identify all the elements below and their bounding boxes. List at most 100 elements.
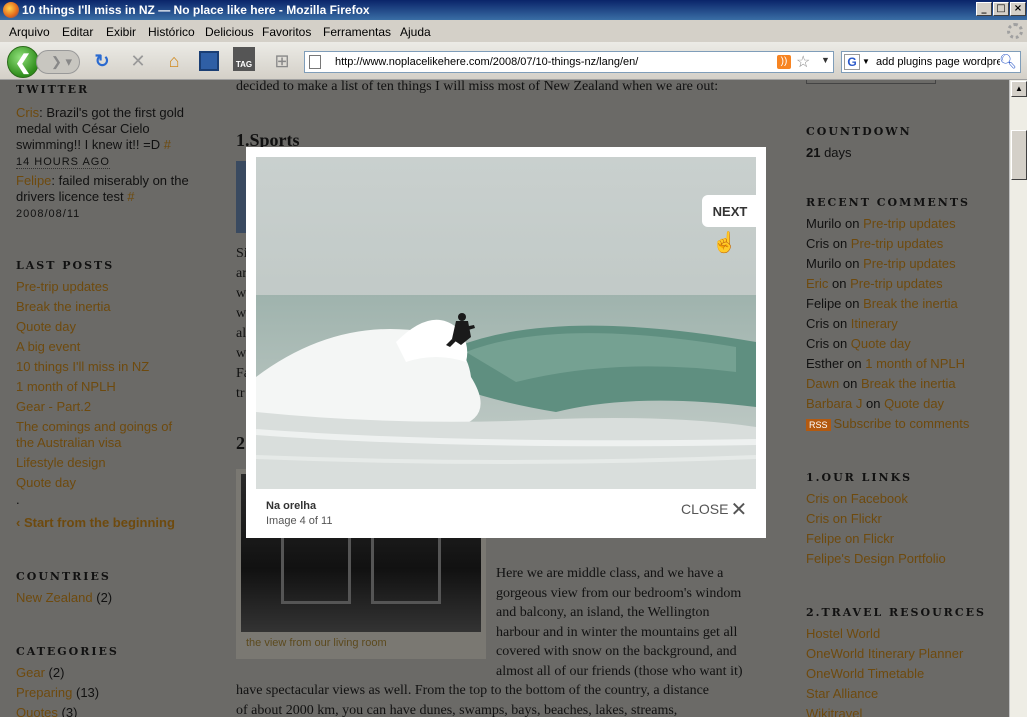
rss-feed-icon[interactable]: )) <box>777 55 791 69</box>
comment-post-link[interactable]: Pre-trip updates <box>863 256 956 271</box>
paragraph-2: Here we are middle class, and we have ag… <box>496 566 743 679</box>
twitter-heading: TWITTER <box>16 83 90 96</box>
close-window-button[interactable]: × <box>1010 2 1026 16</box>
subscribe-comments[interactable]: RSS Subscribe to comments <box>806 416 969 431</box>
bookmark-star-icon[interactable]: ☆ <box>796 52 810 72</box>
tweet-1: Cris: Brazil's got the first gold medal … <box>16 105 216 170</box>
post-link[interactable]: Pre-trip updates <box>16 279 109 294</box>
back-button[interactable]: ❮ <box>7 46 39 78</box>
stop-icon[interactable]: ✕ <box>126 50 150 72</box>
minimize-button[interactable]: _ <box>976 2 992 16</box>
url-dropdown-icon[interactable]: ▼ <box>821 55 830 65</box>
external-link[interactable]: Cris on Flickr <box>806 511 882 526</box>
category-item: Preparing (13) <box>16 685 99 700</box>
start-from-beginning-link[interactable]: ‹ Start from the beginning <box>16 515 175 530</box>
travel-link[interactable]: Wikitravel <box>806 706 862 717</box>
external-link[interactable]: Felipe on Flickr <box>806 531 894 546</box>
post-link[interactable]: Quote day <box>16 475 76 490</box>
post-link[interactable]: Quote day <box>16 319 76 334</box>
scroll-up-arrow-icon[interactable]: ▲ <box>1011 81 1027 97</box>
maximize-button[interactable]: □ <box>993 2 1009 16</box>
post-link[interactable]: 10 things I'll miss in NZ <box>16 359 149 374</box>
search-box-edge <box>806 80 936 84</box>
forward-button[interactable]: ❯ ▾ <box>36 50 80 74</box>
tweet-permalink[interactable]: # <box>164 137 171 152</box>
tweet-author[interactable]: Cris <box>16 105 39 120</box>
menu-delicious[interactable]: Delicious <box>205 25 254 39</box>
menu-ferramentas[interactable]: Ferramentas <box>323 25 391 39</box>
comment-item: Cris on Itinerary <box>806 316 898 331</box>
comment-post-link[interactable]: Pre-trip updates <box>851 236 944 251</box>
post-link[interactable]: the Australian visa <box>16 435 122 450</box>
comment-post-link[interactable]: Break the inertia <box>861 376 956 391</box>
category-link[interactable]: Quotes <box>16 705 58 717</box>
vertical-scrollbar[interactable]: ▲ <box>1009 80 1027 717</box>
category-count: (13) <box>76 685 100 700</box>
menu-arquivo[interactable]: Arquivo <box>9 25 50 39</box>
scrollbar-thumb[interactable] <box>1011 130 1027 180</box>
address-bar[interactable]: http://www.noplacelikehere.com/2008/07/1… <box>304 51 834 73</box>
post-link[interactable]: Gear - Part.2 <box>16 399 91 414</box>
menu-editar[interactable]: Editar <box>62 25 93 39</box>
menu-ajuda[interactable]: Ajuda <box>400 25 431 39</box>
travel-link[interactable]: Star Alliance <box>806 686 878 701</box>
comment-post-link[interactable]: Quote day <box>851 336 911 351</box>
menu-historico[interactable]: Histórico <box>148 25 195 39</box>
post-link[interactable]: Lifestyle design <box>16 455 106 470</box>
menu-exibir[interactable]: Exibir <box>106 25 136 39</box>
search-input[interactable]: add plugins page wordpress <box>876 56 1000 68</box>
addon-puzzle-icon[interactable]: ⊞ <box>270 50 294 72</box>
menu-favoritos[interactable]: Favoritos <box>262 25 311 39</box>
category-link[interactable]: Preparing <box>16 685 72 700</box>
tweet-time: 14 HOURS AGO <box>16 156 110 169</box>
close-lightbox-button[interactable]: CLOSE ✕ <box>681 499 747 519</box>
comment-post-link[interactable]: Itinerary <box>851 316 898 331</box>
delicious-tag-icon[interactable]: TAG <box>232 47 256 71</box>
url-text[interactable]: http://www.noplacelikehere.com/2008/07/1… <box>335 56 638 68</box>
post-link[interactable]: A big event <box>16 339 80 354</box>
throbber-icon <box>1007 23 1023 39</box>
engine-dropdown-icon[interactable]: ▼ <box>862 57 870 66</box>
subscribe-link[interactable]: Subscribe to comments <box>834 416 970 431</box>
post-link[interactable]: The comings and goings of <box>16 419 172 434</box>
lightbox-photo[interactable] <box>256 157 756 489</box>
paragraph-2-continued: have spectacular views as well. From the… <box>236 683 710 717</box>
comment-post-link[interactable]: Pre-trip updates <box>863 216 956 231</box>
external-link[interactable]: Cris on Facebook <box>806 491 908 506</box>
comment-post-link[interactable]: Pre-trip updates <box>850 276 943 291</box>
tweet-author[interactable]: Felipe <box>16 173 51 188</box>
comment-post-link[interactable]: Quote day <box>884 396 944 411</box>
post-link[interactable]: Break the inertia <box>16 299 111 314</box>
surfer-wave-image <box>256 157 756 489</box>
travel-link[interactable]: OneWorld Timetable <box>806 666 924 681</box>
home-icon[interactable]: ⌂ <box>162 50 186 72</box>
bookmarks-sidebar-icon[interactable] <box>197 50 221 72</box>
search-icon[interactable]: 🔍︎ <box>999 53 1017 70</box>
lightbox-modal: Na orelha Image 4 of 11 CLOSE ✕ <box>246 147 766 538</box>
our-links-heading: 1.OUR LINKS <box>806 471 913 484</box>
tweet-permalink[interactable]: # <box>127 189 134 204</box>
search-bar[interactable]: G ▼ add plugins page wordpress 🔍︎ <box>841 51 1021 73</box>
image-counter: Image 4 of 11 <box>266 515 333 527</box>
tweet-time: 2008/08/11 <box>16 208 81 220</box>
page-icon <box>309 55 321 69</box>
country-link[interactable]: New Zealand <box>16 590 93 605</box>
travel-link[interactable]: Hostel World <box>806 626 880 641</box>
title-bar: 10 things I'll miss in NZ — No place lik… <box>0 0 1027 20</box>
category-link[interactable]: Gear <box>16 665 45 680</box>
photo-caption: the view from our living room <box>246 637 387 649</box>
google-engine-icon[interactable]: G <box>844 54 860 70</box>
comment-post-link[interactable]: 1 month of NPLH <box>865 356 965 371</box>
reload-icon[interactable]: ↻ <box>90 50 114 72</box>
recent-comments-heading: RECENT COMMENTS <box>806 196 970 209</box>
comment-post-link[interactable]: Break the inertia <box>863 296 958 311</box>
external-link[interactable]: Felipe's Design Portfolio <box>806 551 946 566</box>
category-count: (2) <box>48 665 65 680</box>
travel-link[interactable]: OneWorld Itinerary Planner <box>806 646 963 661</box>
next-image-button[interactable]: NEXT <box>702 195 758 227</box>
separator-dot: . <box>16 492 20 507</box>
country-item: New Zealand (2) <box>16 590 112 605</box>
category-count: (3) <box>61 705 78 717</box>
post-link[interactable]: 1 month of NPLH <box>16 379 116 394</box>
section-heading-2: 2 <box>236 433 245 453</box>
